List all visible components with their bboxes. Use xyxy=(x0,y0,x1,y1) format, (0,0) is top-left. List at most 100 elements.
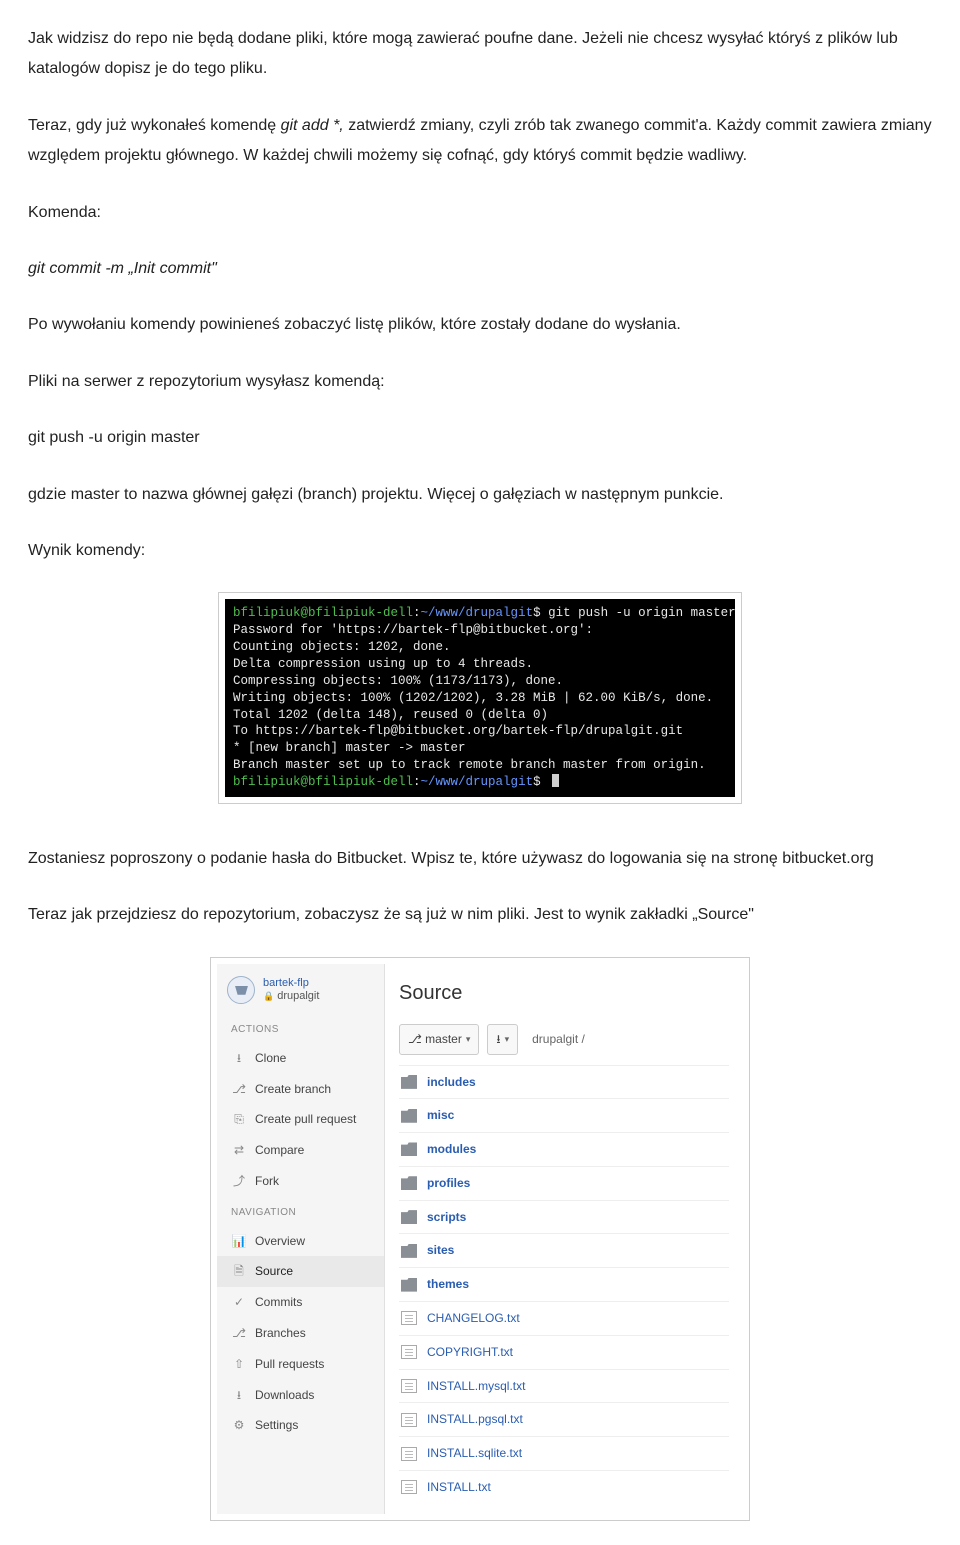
nav-icon: ⇧ xyxy=(231,1353,247,1376)
source-panel: Source ⎇ master ▾ ⭳ ▾ drupalgit / includ… xyxy=(385,964,743,1514)
file-name: COPYRIGHT.txt xyxy=(427,1341,513,1364)
nav-icon: 🗎 xyxy=(231,1260,247,1283)
file-name: sites xyxy=(427,1239,454,1262)
file-name: INSTALL.sqlite.txt xyxy=(427,1442,522,1465)
file-row[interactable]: scripts xyxy=(399,1200,729,1234)
file-icon xyxy=(401,1447,417,1461)
file-row[interactable]: CHANGELOG.txt xyxy=(399,1301,729,1335)
sidebar-item-label: Create pull request xyxy=(255,1108,374,1131)
terminal: bfilipiuk@bfilipiuk-dell:~/www/drupalgit… xyxy=(225,599,735,797)
file-icon xyxy=(401,1345,417,1359)
sidebar-item-label: Pull requests xyxy=(255,1353,374,1376)
sidebar-item-branches[interactable]: ⎇Branches xyxy=(217,1318,384,1349)
sidebar-item-label: Downloads xyxy=(255,1384,374,1407)
nav-icon: ⎇ xyxy=(231,1322,247,1345)
file-row[interactable]: themes xyxy=(399,1267,729,1301)
sidebar-item-create-pr[interactable]: ⎘ Create pull request xyxy=(217,1104,384,1135)
action-icon: ⤴ xyxy=(231,1170,247,1193)
sidebar-item-label: Compare xyxy=(255,1139,374,1162)
terminal-screenshot: bfilipiuk@bfilipiuk-dell:~/www/drupalgit… xyxy=(218,592,742,804)
sidebar-item-commits[interactable]: ✓ Commits xyxy=(217,1287,384,1318)
file-icon xyxy=(401,1480,417,1494)
sidebar-item-label: Commits xyxy=(255,1291,374,1314)
file-row[interactable]: INSTALL.mysql.txt xyxy=(399,1369,729,1403)
sidebar-item-clone[interactable]: ⭳ Clone xyxy=(217,1043,384,1074)
nav-icon: ⚙ xyxy=(231,1414,247,1437)
sidebar-item-label: Overview xyxy=(255,1230,374,1253)
action-icon: ⎘ xyxy=(231,1108,247,1131)
file-icon xyxy=(401,1413,417,1427)
branch-selector[interactable]: ⎇ master ▾ xyxy=(399,1024,479,1055)
file-name: profiles xyxy=(427,1172,470,1195)
file-row[interactable]: includes xyxy=(399,1065,729,1099)
lock-icon: 🔒 xyxy=(263,991,274,1001)
file-row[interactable]: INSTALL.txt xyxy=(399,1470,729,1504)
command-line: git commit -m „Init commit" xyxy=(28,254,932,284)
action-icon: ⎇ xyxy=(231,1078,247,1101)
paragraph: Jak widzisz do repo nie będą dodane plik… xyxy=(28,24,932,85)
action-icon: ⇄ xyxy=(231,1139,247,1162)
download-button[interactable]: ⭳ ▾ xyxy=(487,1024,518,1055)
file-name: INSTALL.txt xyxy=(427,1476,491,1499)
file-name: misc xyxy=(427,1104,454,1127)
sidebar-item-label: Clone xyxy=(255,1047,374,1070)
sidebar-item-label: Settings xyxy=(255,1414,374,1437)
sidebar-item-label: Fork xyxy=(255,1170,374,1193)
folder-icon xyxy=(401,1109,417,1123)
paragraph: Komenda: xyxy=(28,198,932,228)
paragraph: Po wywołaniu komendy powinieneś zobaczyć… xyxy=(28,310,932,340)
repo-header[interactable]: bartek-flp 🔒drupalgit xyxy=(217,972,384,1014)
download-icon: ⭳ xyxy=(496,1028,500,1051)
chevron-down-icon: ▾ xyxy=(505,1031,510,1048)
inline-command: git add *, xyxy=(281,117,344,134)
nav-icon: ⭳ xyxy=(231,1384,247,1407)
breadcrumb: drupalgit / xyxy=(532,1028,585,1051)
file-row[interactable]: profiles xyxy=(399,1166,729,1200)
file-row[interactable]: misc xyxy=(399,1098,729,1132)
file-row[interactable]: sites xyxy=(399,1233,729,1267)
branch-name: master xyxy=(425,1028,462,1051)
bitbucket-screenshot: bartek-flp 🔒drupalgit ACTIONS ⭳Clone⎇Cre… xyxy=(210,957,750,1521)
nav-icon: ✓ xyxy=(231,1291,247,1314)
repo-owner: bartek-flp xyxy=(263,977,319,990)
action-icon: ⭳ xyxy=(231,1047,247,1070)
paragraph: Zostaniesz poproszony o podanie hasła do… xyxy=(28,844,932,874)
panel-title: Source xyxy=(399,974,729,1012)
sidebar-item-source[interactable]: 🗎 Source xyxy=(217,1256,384,1287)
file-row[interactable]: modules xyxy=(399,1132,729,1166)
file-row[interactable]: INSTALL.pgsql.txt xyxy=(399,1402,729,1436)
sidebar-item-label: Source xyxy=(255,1260,374,1283)
sidebar-item-label: Create branch xyxy=(255,1078,374,1101)
folder-icon xyxy=(401,1176,417,1190)
section-title-navigation: NAVIGATION xyxy=(217,1197,384,1226)
file-row[interactable]: COPYRIGHT.txt xyxy=(399,1335,729,1369)
file-name: INSTALL.pgsql.txt xyxy=(427,1408,523,1431)
sidebar-item-downloads[interactable]: ⭳ Downloads xyxy=(217,1380,384,1411)
file-name: themes xyxy=(427,1273,469,1296)
sidebar-item-fork[interactable]: ⤴ Fork xyxy=(217,1166,384,1197)
nav-icon: 📊 xyxy=(231,1230,247,1253)
folder-icon xyxy=(401,1244,417,1258)
file-icon xyxy=(401,1311,417,1325)
command-line: git push -u origin master xyxy=(28,423,932,453)
repo-name: 🔒drupalgit xyxy=(263,990,319,1003)
sidebar-item-settings[interactable]: ⚙ Settings xyxy=(217,1410,384,1441)
chevron-down-icon: ▾ xyxy=(466,1031,471,1048)
sidebar-item-create-branch[interactable]: ⎇ Create branch xyxy=(217,1074,384,1105)
sidebar: bartek-flp 🔒drupalgit ACTIONS ⭳Clone⎇Cre… xyxy=(217,964,385,1514)
sidebar-item-overview[interactable]: 📊 Overview xyxy=(217,1226,384,1257)
sidebar-item-compare[interactable]: ⇄ Compare xyxy=(217,1135,384,1166)
file-list: includes misc modules profiles scripts sites t… xyxy=(399,1065,729,1504)
folder-icon xyxy=(401,1278,417,1292)
sidebar-item-prs[interactable]: ⇧ Pull requests xyxy=(217,1349,384,1380)
paragraph: Wynik komendy: xyxy=(28,536,932,566)
bucket-icon xyxy=(227,976,255,1004)
file-row[interactable]: INSTALL.sqlite.txt xyxy=(399,1436,729,1470)
folder-icon xyxy=(401,1142,417,1156)
folder-icon xyxy=(401,1210,417,1224)
paragraph: gdzie master to nazwa głównej gałęzi (br… xyxy=(28,480,932,510)
file-name: CHANGELOG.txt xyxy=(427,1307,520,1330)
file-name: includes xyxy=(427,1071,476,1094)
paragraph: Pliki na serwer z repozytorium wysyłasz … xyxy=(28,367,932,397)
folder-icon xyxy=(401,1075,417,1089)
